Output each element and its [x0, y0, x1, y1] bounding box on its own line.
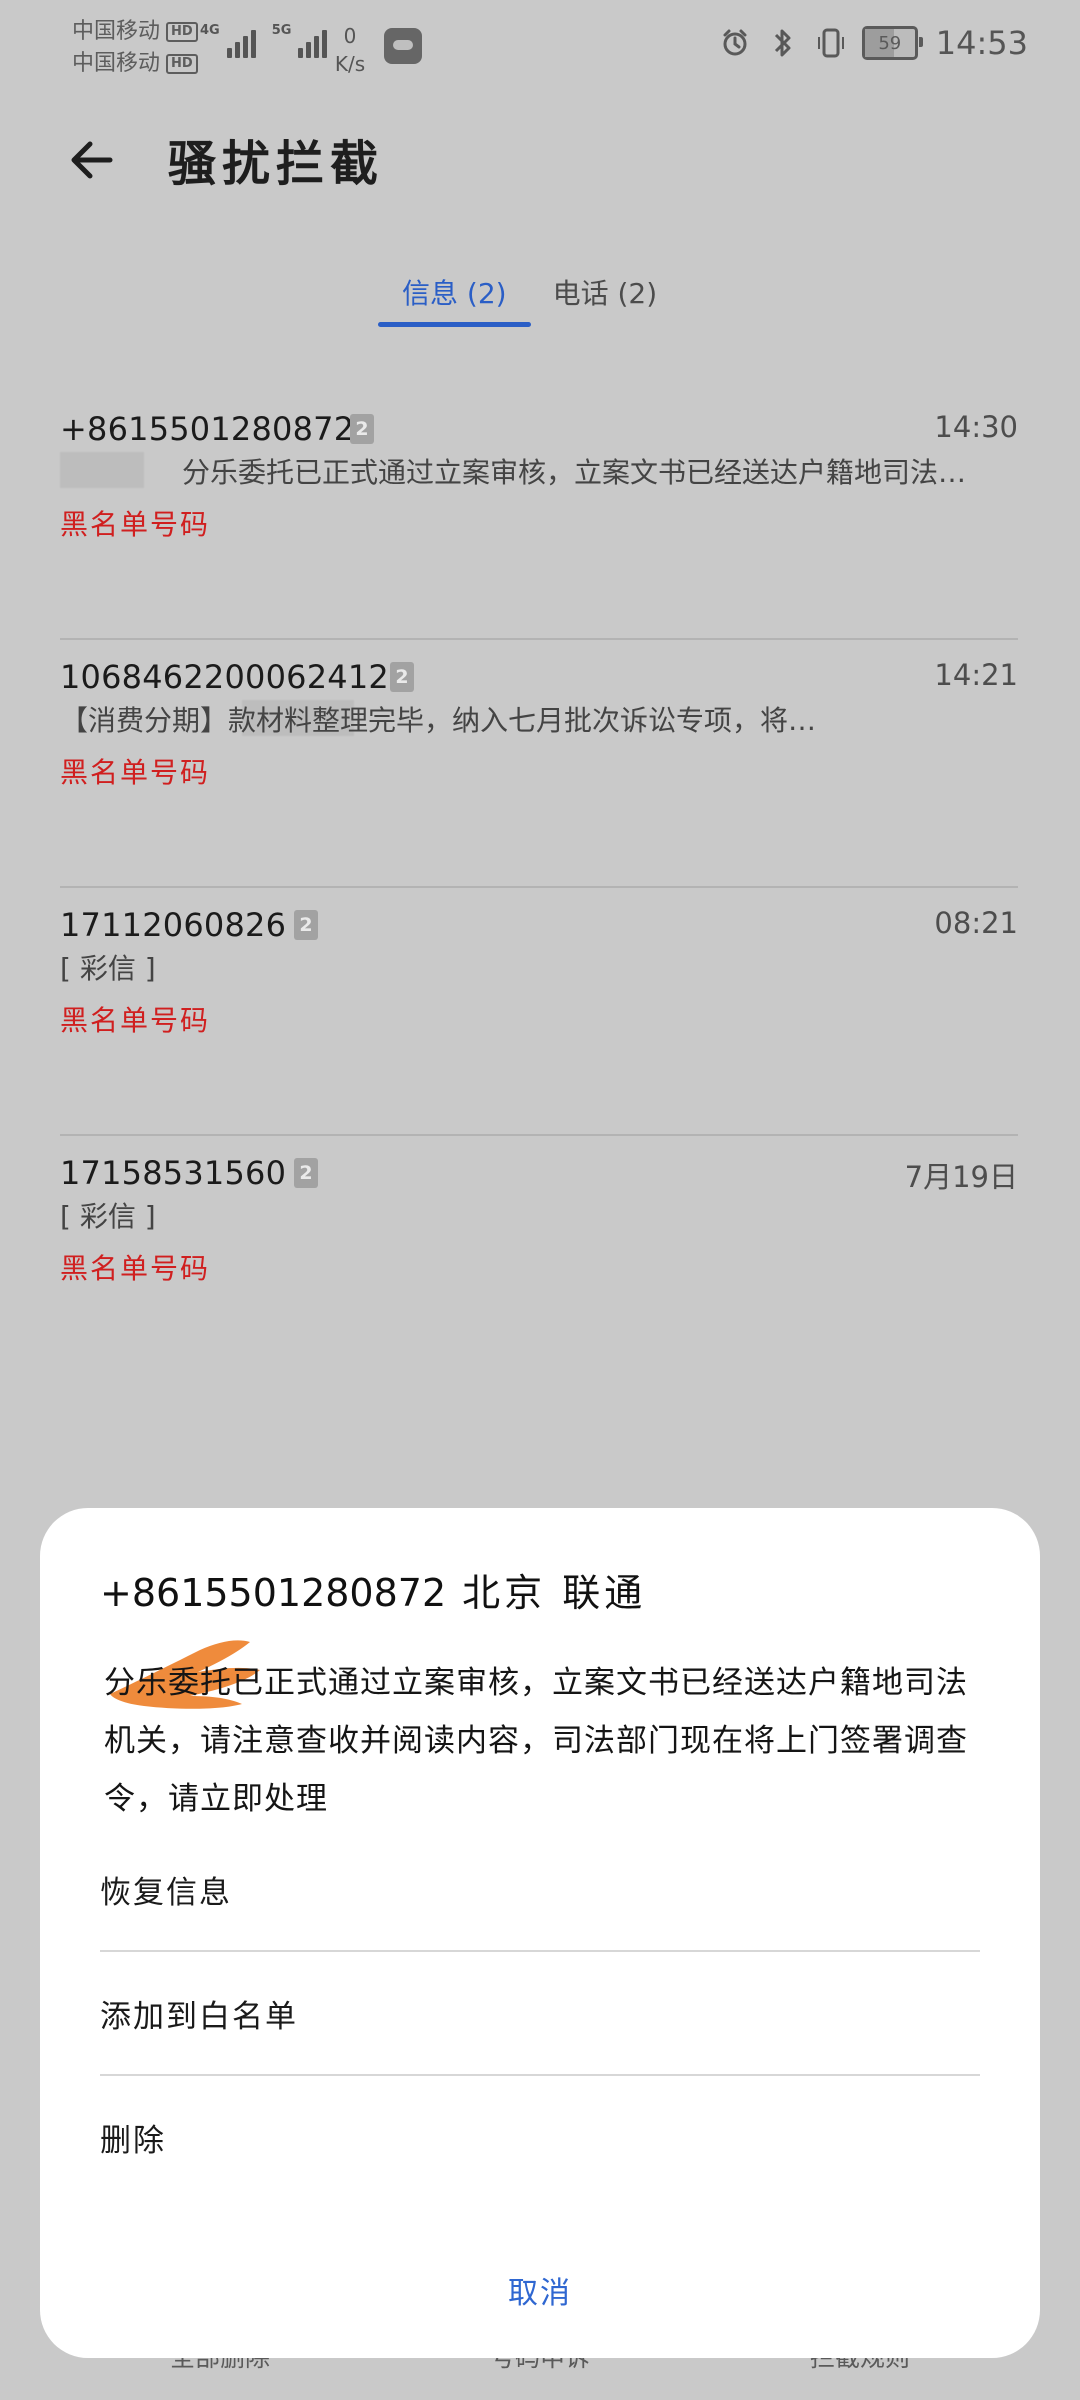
message-preview: [ 彩信 ]: [60, 952, 156, 985]
bluetooth-icon: [766, 26, 800, 60]
alarm-icon: [718, 26, 752, 60]
hd-badge-2: HD: [166, 54, 198, 74]
sim-2-icon: 2: [294, 910, 318, 940]
message-time: 14:21: [934, 658, 1018, 692]
message-preview: [ 彩信 ]: [60, 1200, 156, 1233]
message-top-row: 1068462200062412 2 14:21: [60, 658, 1018, 702]
message-phone-number: +8615501280872: [60, 410, 355, 448]
hd-badge-1: HD: [166, 22, 198, 42]
signal-bar: [314, 36, 320, 58]
message-phone-number: 17112060826: [60, 906, 287, 944]
message-time: 08:21: [934, 906, 1018, 940]
sim-2-icon: 2: [350, 414, 374, 444]
signal-bar: [226, 48, 232, 58]
signal-tag-1: 4G: [200, 23, 220, 38]
carrier-block: 中国移动 HD 中国移动 HD: [72, 16, 202, 80]
carrier-label-1: 中国移动: [72, 19, 161, 44]
sim-2-icon: 2: [390, 662, 414, 692]
message-preview: 分乐委托已正式通过立案审核，立案文书已经送达户籍地司法…: [182, 456, 967, 489]
message-item[interactable]: 1068462200062412 2 14:21 【消费分期】款材料整理完毕，纳…: [60, 640, 1018, 888]
carrier-line-1: 中国移动 HD: [72, 16, 202, 48]
status-time: 14:53: [935, 24, 1028, 62]
sim-2-icon: 2: [294, 1158, 318, 1188]
blacklist-label: 黑名单号码: [60, 756, 211, 789]
restore-message-button[interactable]: 恢复信息: [100, 1828, 980, 1952]
delete-button[interactable]: 删除: [100, 2076, 980, 2198]
status-right: 59 14:53: [718, 24, 1028, 62]
battery-icon: 59: [861, 26, 923, 60]
sheet-header: +8615501280872 北京 联通: [100, 1562, 646, 1617]
signal-strength-icon-1: 4G: [200, 24, 256, 58]
signal-strength-icon-2: 5G: [272, 24, 328, 58]
screen: 中国移动 HD 中国移动 HD 4G 5G 0 K/s 59 14:53 骚扰拦…: [0, 0, 1080, 2400]
blacklist-label: 黑名单号码: [60, 1004, 211, 1037]
sheet-message-body: 分乐委托已正式通过立案审核，立案文书已经送达户籍地司法机关，请注意查收并阅读内容…: [104, 1665, 968, 1817]
message-action-sheet: +8615501280872 北京 联通 分乐委托已正式通过立案审核，立案文书已…: [40, 1508, 1040, 2358]
signal-bar: [234, 42, 240, 58]
status-bar: 中国移动 HD 中国移动 HD 4G 5G 0 K/s 59 14:53: [0, 0, 1080, 96]
battery-level: 59: [878, 32, 902, 54]
tab-bar: 信息 (2) 电话 (2): [378, 274, 660, 327]
tab-messages[interactable]: 信息 (2): [378, 274, 531, 327]
tab-calls[interactable]: 电话 (2): [551, 274, 660, 314]
sheet-phone-number: +8615501280872: [100, 1571, 447, 1615]
message-item[interactable]: 17158531560 2 7月19日 [ 彩信 ] 黑名单号码: [60, 1136, 1018, 1382]
network-speed-unit: K/s: [334, 52, 366, 76]
message-top-row: 17112060826 2 08:21: [60, 906, 1018, 950]
blocked-message-list: +8615501280872 2 14:30 分乐委托已正式通过立案审核，立案文…: [60, 392, 1018, 1382]
message-item[interactable]: 17112060826 2 08:21 [ 彩信 ] 黑名单号码: [60, 888, 1018, 1136]
add-to-whitelist-button[interactable]: 添加到白名单: [100, 1952, 980, 2076]
message-time: 14:30: [934, 410, 1018, 444]
signal-group: 4G 5G: [200, 24, 328, 58]
sheet-action-list: 恢复信息 添加到白名单 删除: [100, 1828, 980, 2198]
blacklist-label: 黑名单号码: [60, 508, 211, 541]
back-arrow-icon: [71, 141, 113, 179]
signal-tag-2: 5G: [271, 23, 292, 38]
network-speed-value: 0: [343, 24, 357, 48]
carrier-line-2: 中国移动 HD: [72, 48, 202, 80]
message-phone-number: 17158531560: [60, 1154, 287, 1192]
message-item[interactable]: +8615501280872 2 14:30 分乐委托已正式通过立案审核，立案文…: [60, 392, 1018, 640]
sheet-location: 北京 联通: [462, 1571, 647, 1615]
message-top-row: 17158531560 2 7月19日: [60, 1154, 1018, 1198]
message-phone-number: 1068462200062412: [60, 658, 389, 696]
signal-bar: [250, 30, 256, 58]
signal-bar: [306, 42, 312, 58]
message-preview: 【消费分期】款材料整理完毕，纳入七月批次诉讼专项，将…: [60, 704, 817, 737]
signal-bar: [322, 30, 328, 58]
signal-bar: [298, 48, 304, 58]
carrier-label-2: 中国移动: [72, 51, 161, 76]
signal-bar: [242, 36, 248, 58]
vibrate-icon: [814, 26, 848, 60]
network-speed: 0 K/s: [330, 22, 370, 78]
blacklist-label: 黑名单号码: [60, 1252, 211, 1285]
message-top-row: +8615501280872 2 14:30: [60, 410, 1018, 454]
app-notification-icon: [384, 28, 422, 64]
page-title: 骚扰拦截: [168, 136, 385, 192]
cancel-button[interactable]: 取消: [40, 2268, 1040, 2312]
message-time: 7月19日: [904, 1160, 1018, 1194]
back-button[interactable]: [64, 132, 120, 188]
